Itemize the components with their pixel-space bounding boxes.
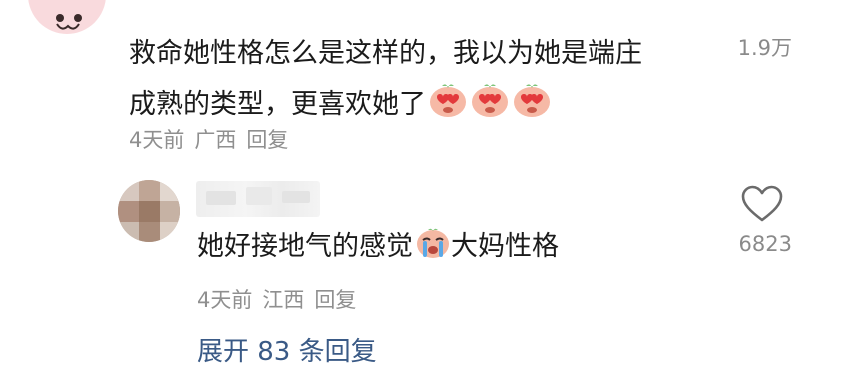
avatar-eye bbox=[74, 14, 82, 22]
avatar-eye bbox=[56, 14, 64, 22]
comment-text-line-2: 成熟的类型，更喜欢她了 bbox=[129, 79, 719, 130]
reply-text-after: 大妈性格 bbox=[451, 231, 559, 262]
heart-eyes-emoji-icon bbox=[514, 84, 550, 117]
comment-time: 4天前 bbox=[129, 128, 185, 152]
comment-text-line-2-text: 成熟的类型，更喜欢她了 bbox=[129, 89, 426, 120]
comment-like-count[interactable]: 1.9万 bbox=[712, 32, 792, 62]
reply-text-before: 她好接地气的感觉 bbox=[197, 231, 413, 262]
comment-meta: 4天前 广西 回复 bbox=[129, 124, 298, 154]
crying-emoji-icon bbox=[417, 228, 449, 258]
comment-location: 广西 bbox=[194, 128, 237, 152]
heart-eyes-emoji-icon bbox=[430, 84, 466, 117]
reply-reply-button[interactable]: 回复 bbox=[314, 288, 356, 312]
reply-username-blurred[interactable] bbox=[196, 181, 320, 217]
reply-meta: 4天前 江西 回复 bbox=[197, 284, 366, 314]
reply-avatar[interactable] bbox=[118, 180, 180, 242]
avatar-mouth bbox=[56, 23, 80, 30]
comment-text-line-1: 救命她性格怎么是这样的，我以为她是端庄 bbox=[129, 38, 642, 69]
expand-replies-button[interactable]: 展开 83 条回复 bbox=[197, 331, 377, 368]
reply-location: 江西 bbox=[262, 288, 305, 312]
commenter-avatar[interactable] bbox=[28, 0, 106, 34]
heart-icon[interactable] bbox=[740, 184, 784, 224]
reply-like-count[interactable]: 6823 bbox=[712, 232, 792, 256]
comment-body: 救命她性格怎么是这样的，我以为她是端庄 成熟的类型，更喜欢她了 bbox=[129, 28, 719, 130]
reply-body: 她好接地气的感觉 大妈性格 bbox=[197, 224, 559, 270]
reply-time: 4天前 bbox=[197, 288, 253, 312]
heart-eyes-emoji-icon bbox=[472, 84, 508, 117]
comment-reply-button[interactable]: 回复 bbox=[246, 128, 288, 152]
